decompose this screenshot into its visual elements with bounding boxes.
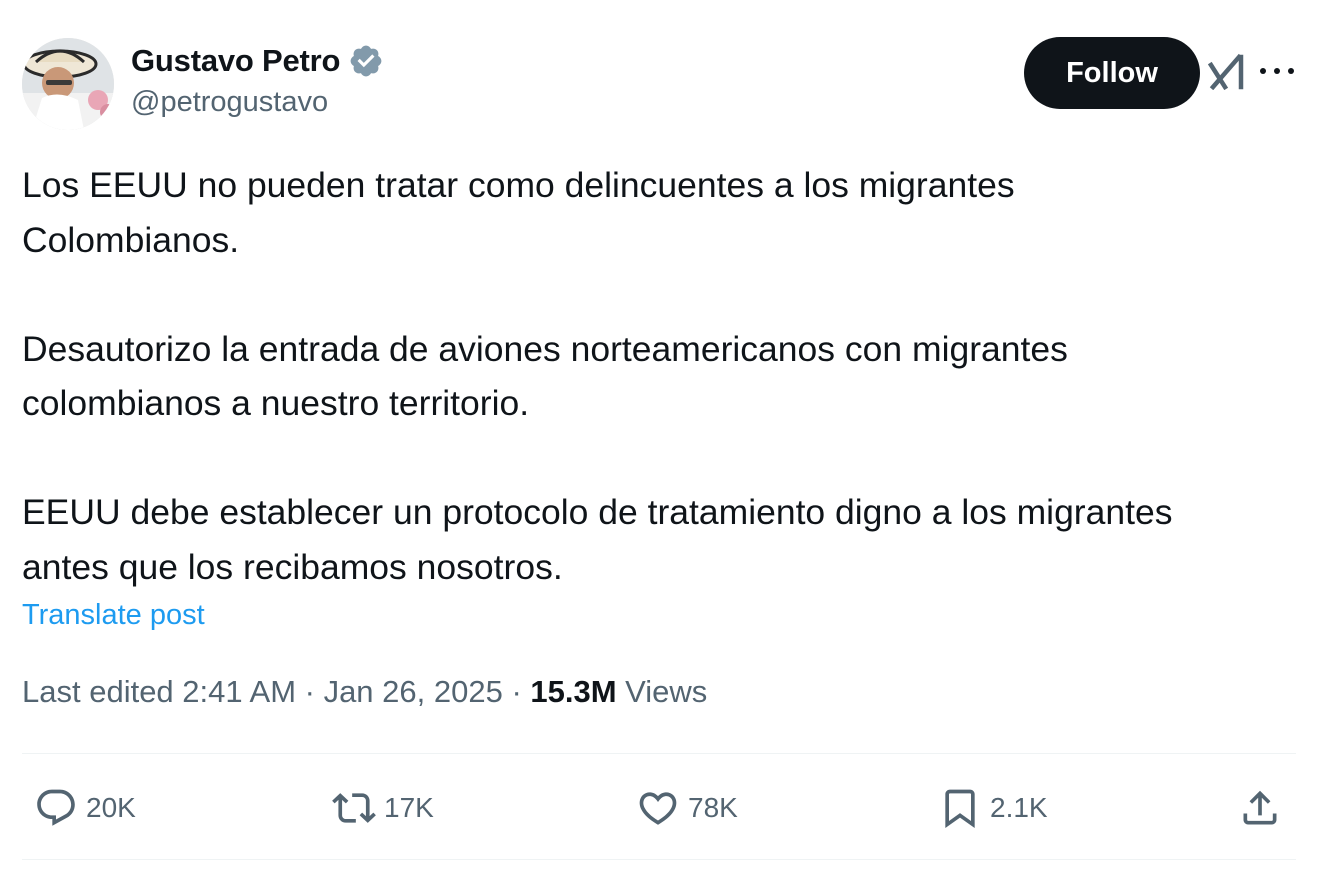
reply-icon — [37, 789, 75, 826]
author-info: Gustavo Petro @petrogustavo — [131, 42, 384, 119]
share-button[interactable] — [1238, 778, 1282, 838]
reply-button[interactable]: 20K — [34, 778, 136, 838]
post-line: Desautorizo la entrada de aviones nortea… — [22, 328, 1068, 369]
more-dot — [1274, 68, 1280, 74]
author-display-name[interactable]: Gustavo Petro — [131, 43, 340, 79]
more-dot — [1288, 68, 1294, 74]
post-line: colombianos a nuestro territorio. — [22, 383, 530, 423]
divider — [22, 859, 1296, 860]
divider — [22, 753, 1296, 754]
views-label: Views — [616, 674, 708, 709]
post-meta: Last edited 2:41 AM · Jan 26, 2025 · 15.… — [22, 674, 707, 710]
grok-icon[interactable] — [1208, 52, 1246, 90]
repost-button[interactable]: 17K — [332, 778, 434, 838]
share-icon — [1243, 790, 1277, 825]
like-button[interactable]: 78K — [636, 778, 738, 838]
repost-icon — [332, 793, 376, 823]
bookmark-count: 2.1K — [990, 792, 1048, 823]
profile-photo-icon — [22, 38, 114, 130]
like-count: 78K — [688, 792, 738, 823]
post-line: Los EEUU no pueden tratar como delincuen… — [22, 165, 1015, 205]
verified-badge-icon[interactable] — [348, 43, 384, 79]
action-bar: 20K 17K 78K 2.1K — [22, 778, 1296, 838]
edited-timestamp[interactable]: Last edited 2:41 AM · Jan 26, 2025 · — [22, 674, 530, 709]
bookmark-icon — [945, 789, 975, 829]
views-count: 15.3M — [530, 674, 617, 709]
translate-post-link[interactable]: Translate post — [22, 599, 205, 632]
avatar[interactable] — [22, 38, 114, 130]
bookmark-button[interactable]: 2.1K — [938, 778, 1048, 838]
name-row: Gustavo Petro — [131, 42, 384, 80]
repost-count: 17K — [384, 792, 434, 823]
post-text: Los EEUU no pueden tratar como delincuen… — [22, 158, 1312, 594]
post-header: Gustavo Petro @petrogustavo Follow — [22, 37, 1296, 130]
reply-count: 20K — [86, 792, 136, 823]
more-icon[interactable] — [1258, 56, 1296, 86]
author-handle[interactable]: @petrogustavo — [131, 86, 384, 119]
post-line: EEUU debe establecer un protocolo de tra… — [22, 492, 1173, 532]
post-line: Colombianos. — [22, 219, 240, 260]
heart-icon — [639, 792, 677, 825]
follow-button[interactable]: Follow — [1024, 37, 1200, 109]
post-line: antes que los recibamos nosotros. — [22, 546, 563, 587]
more-dot — [1260, 68, 1266, 74]
